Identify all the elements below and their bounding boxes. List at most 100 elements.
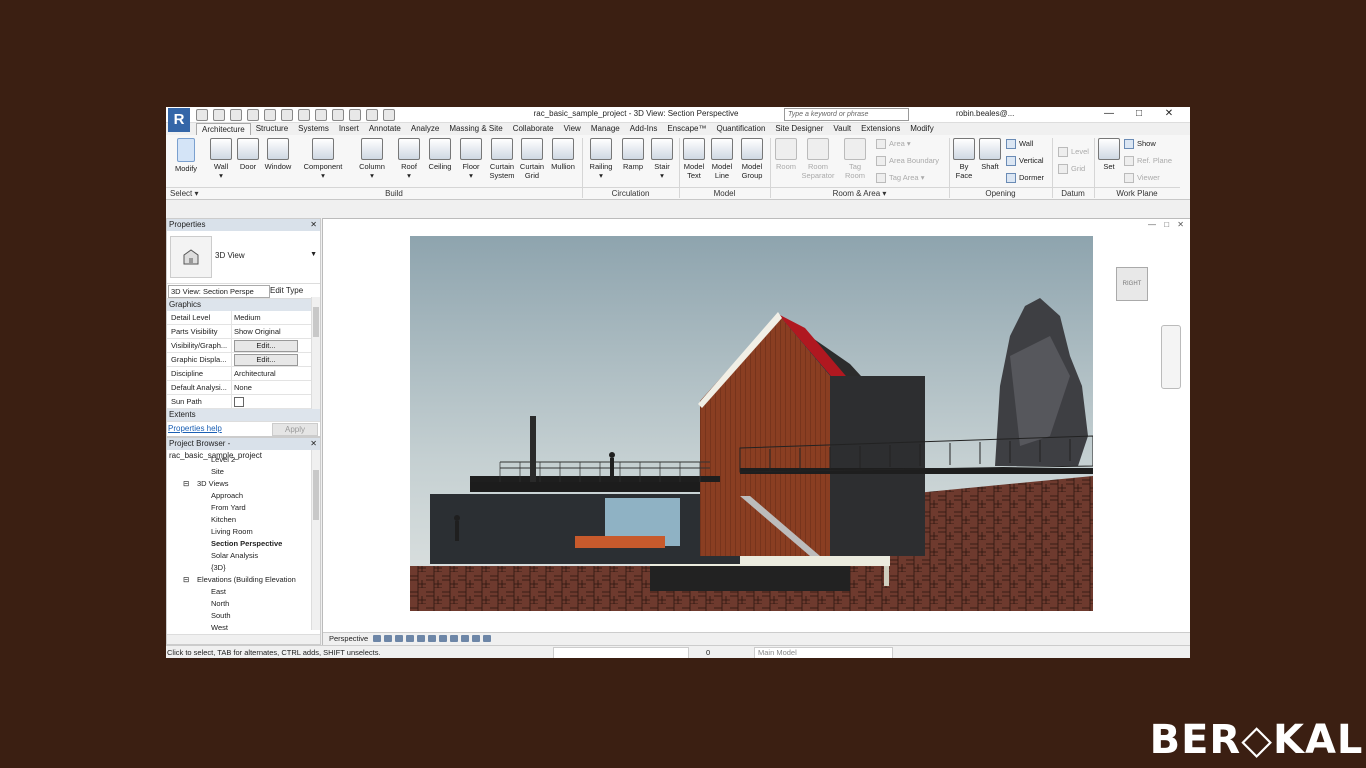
workset-dropdown[interactable] xyxy=(553,647,689,658)
close-icon[interactable]: ✕ xyxy=(310,438,317,450)
tree-item-living-room[interactable]: Living Room xyxy=(211,527,253,536)
tree-item-section-perspective[interactable]: Section Perspective xyxy=(211,539,282,548)
tab-site-designer[interactable]: Site Designer xyxy=(770,123,828,135)
model-group-button[interactable]: Model Group xyxy=(738,138,766,180)
crop-view-icon[interactable] xyxy=(417,635,425,642)
tree-item-elevations[interactable]: Elevations (Building Elevation xyxy=(197,575,296,584)
sun-path-checkbox[interactable] xyxy=(234,397,244,407)
view-window-controls[interactable]: — □ ✕ xyxy=(1148,220,1187,229)
room-area-panel-label[interactable]: Room & Area ▾ xyxy=(770,187,949,200)
tab-add-ins[interactable]: Add-Ins xyxy=(625,123,663,135)
tree-item-level-2[interactable]: Level 2 xyxy=(211,455,235,464)
window-button[interactable]: Window xyxy=(262,138,294,171)
tab-view[interactable]: View xyxy=(559,123,586,135)
model-text-button[interactable]: Model Text xyxy=(681,138,707,180)
floor-button[interactable]: Floor ▾ xyxy=(458,138,484,180)
type-selector[interactable]: 3D View ▼ xyxy=(167,231,320,284)
section-icon[interactable] xyxy=(349,109,361,121)
door-button[interactable]: Door xyxy=(236,138,260,171)
collapse-icon[interactable]: ⊟ xyxy=(183,479,189,488)
temporary-view-icon[interactable] xyxy=(472,635,480,642)
browser-scrollbar[interactable] xyxy=(311,450,320,630)
user-account[interactable]: robin.beales@... xyxy=(956,109,1014,118)
tree-item-from-yard[interactable]: From Yard xyxy=(211,503,246,512)
property-value[interactable]: Architectural xyxy=(232,367,320,380)
maximize-button[interactable]: □ xyxy=(1124,107,1154,121)
close-button[interactable]: ✕ xyxy=(1154,107,1184,121)
sync-icon[interactable] xyxy=(230,109,242,121)
tab-systems[interactable]: Systems xyxy=(293,123,334,135)
model-line-button[interactable]: Model Line xyxy=(709,138,735,180)
tree-item-3d-views[interactable]: 3D Views xyxy=(197,479,229,488)
shadows-icon[interactable] xyxy=(395,635,403,642)
text-icon[interactable] xyxy=(315,109,327,121)
sun-path-icon[interactable] xyxy=(384,635,392,642)
grid-button[interactable]: Grid xyxy=(1058,164,1085,175)
tab-quantification[interactable]: Quantification xyxy=(711,123,770,135)
scroll-thumb[interactable] xyxy=(313,470,319,520)
curtain-grid-button[interactable]: Curtain Grid xyxy=(518,138,546,180)
tree-item-south[interactable]: South xyxy=(211,611,231,620)
level-button[interactable]: Level xyxy=(1058,147,1089,158)
shaft-button[interactable]: Shaft xyxy=(978,138,1002,171)
reveal-hidden-icon[interactable] xyxy=(461,635,469,642)
tree-item-site[interactable]: Site xyxy=(211,467,224,476)
tab-architecture[interactable]: Architecture xyxy=(196,123,251,135)
railing-button[interactable]: Railing ▾ xyxy=(586,138,616,180)
vertical-opening-button[interactable]: Vertical xyxy=(1006,156,1044,167)
property-value[interactable]: None xyxy=(232,381,320,394)
3d-view-icon[interactable] xyxy=(332,109,344,121)
tab-massing-site[interactable]: Massing & Site xyxy=(444,123,507,135)
property-value[interactable]: Show Original xyxy=(232,325,320,338)
measure-icon[interactable] xyxy=(298,109,310,121)
tab-collaborate[interactable]: Collaborate xyxy=(508,123,559,135)
ceiling-button[interactable]: Ceiling xyxy=(425,138,455,171)
group-extents[interactable]: Extents xyxy=(167,409,320,421)
switch-windows-icon[interactable] xyxy=(383,109,395,121)
tab-insert[interactable]: Insert xyxy=(334,123,364,135)
dormer-button[interactable]: Dormer xyxy=(1006,173,1044,184)
group-graphics[interactable]: Graphics xyxy=(167,299,320,311)
scroll-thumb[interactable] xyxy=(313,307,319,337)
curtain-system-button[interactable]: Curtain System xyxy=(488,138,516,180)
revit-logo-button[interactable]: R xyxy=(168,108,190,132)
tree-item-north[interactable]: North xyxy=(211,599,229,608)
tab-structure[interactable]: Structure xyxy=(251,123,293,135)
tab-analyze[interactable]: Analyze xyxy=(406,123,444,135)
browser-hscrollbar[interactable] xyxy=(167,634,320,644)
edit-visibility-button[interactable]: Edit... xyxy=(234,340,298,352)
tree-item-west[interactable]: West xyxy=(211,623,228,632)
tag-area-button[interactable]: Tag Area ▾ xyxy=(876,173,924,184)
property-value[interactable]: Medium xyxy=(232,311,320,324)
minimize-button[interactable]: — xyxy=(1094,107,1124,121)
modify-button[interactable]: Modify xyxy=(171,138,201,173)
collapse-icon[interactable]: ⊟ xyxy=(183,575,189,584)
room-separator-button[interactable]: Room Separator xyxy=(798,138,838,180)
select-panel[interactable]: Select ▾ xyxy=(166,187,210,200)
tab-extensions[interactable]: Extensions xyxy=(856,123,905,135)
tree-item-3d[interactable]: {3D} xyxy=(211,563,226,572)
component-button[interactable]: Component ▾ xyxy=(300,138,346,180)
navigation-bar[interactable] xyxy=(1161,325,1181,389)
wall-button[interactable]: Wall ▾ xyxy=(208,138,234,180)
tab-modify[interactable]: Modify xyxy=(905,123,939,135)
lock-view-icon[interactable] xyxy=(439,635,447,642)
close-icon[interactable]: ✕ xyxy=(310,219,317,231)
undo-icon[interactable] xyxy=(247,109,259,121)
save-icon[interactable] xyxy=(213,109,225,121)
redo-icon[interactable] xyxy=(264,109,276,121)
tab-manage[interactable]: Manage xyxy=(586,123,625,135)
room-button[interactable]: Room xyxy=(772,138,800,171)
by-face-button[interactable]: By Face xyxy=(952,138,976,180)
mullion-button[interactable]: Mullion xyxy=(548,138,578,171)
wall-opening-button[interactable]: Wall xyxy=(1006,139,1033,150)
viewer-button[interactable]: Viewer xyxy=(1124,173,1160,184)
area-boundary-button[interactable]: Area Boundary xyxy=(876,156,939,167)
view-cube[interactable]: RIGHT xyxy=(1116,267,1148,301)
tab-vault[interactable]: Vault xyxy=(828,123,856,135)
tree-item-east[interactable]: East xyxy=(211,587,226,596)
apply-button[interactable]: Apply xyxy=(272,423,318,436)
hide-isolate-icon[interactable] xyxy=(450,635,458,642)
print-icon[interactable] xyxy=(281,109,293,121)
chevron-down-icon[interactable]: ▼ xyxy=(310,251,317,258)
